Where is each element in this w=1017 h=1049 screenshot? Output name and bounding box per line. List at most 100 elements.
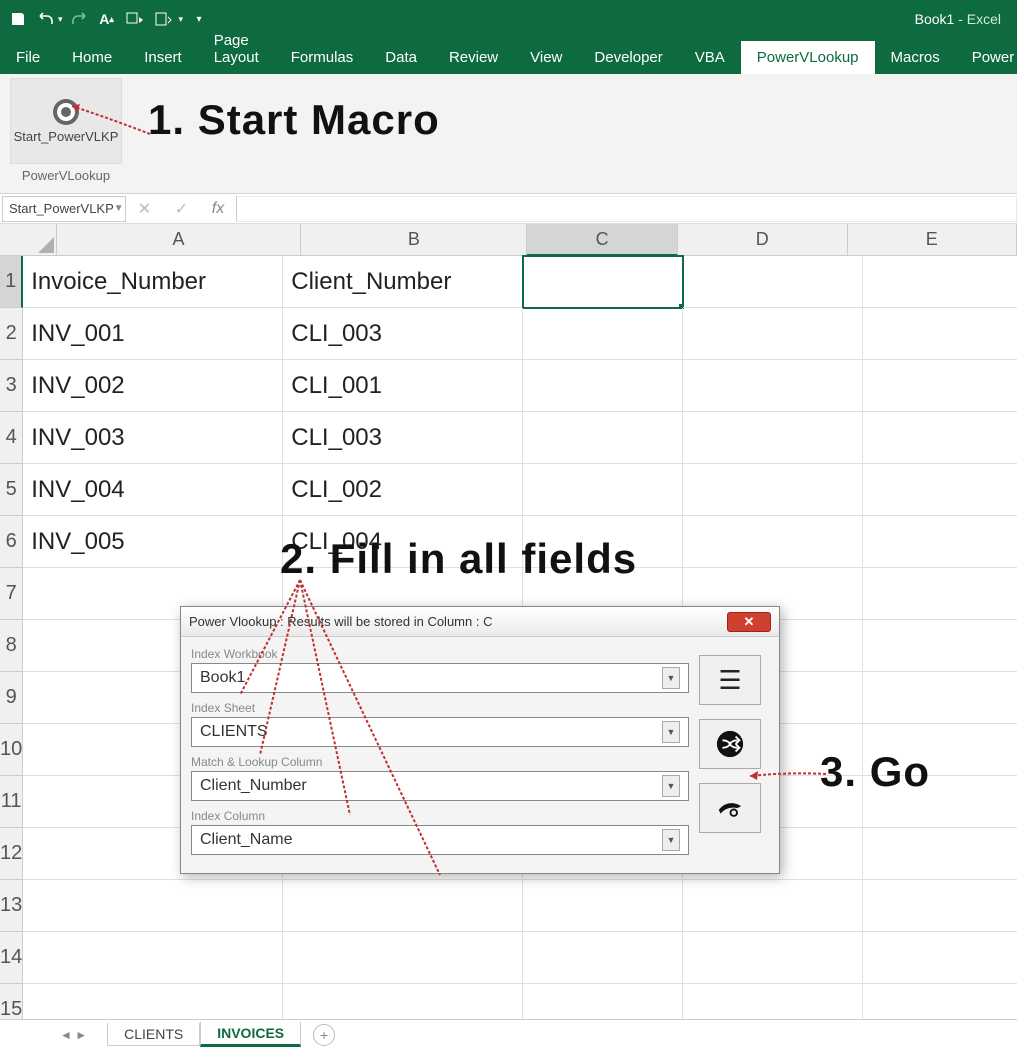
- field-select-1[interactable]: CLIENTS▼: [191, 717, 689, 747]
- cell-B1[interactable]: Client_Number: [283, 256, 523, 308]
- qat-item-icon[interactable]: [151, 7, 175, 31]
- cell-E3[interactable]: [863, 360, 1017, 412]
- cancel-icon[interactable]: ✕: [138, 199, 151, 219]
- cell-B4[interactable]: CLI_003: [283, 412, 523, 464]
- cell-A6[interactable]: INV_005: [23, 516, 283, 568]
- add-sheet-button[interactable]: +: [313, 1024, 335, 1046]
- cell-E7[interactable]: [863, 568, 1017, 620]
- cell-E2[interactable]: [863, 308, 1017, 360]
- cell-D15[interactable]: [683, 984, 863, 1019]
- cell-E4[interactable]: [863, 412, 1017, 464]
- tab-data[interactable]: Data: [369, 41, 433, 74]
- cell-A13[interactable]: [23, 880, 283, 932]
- field-select-0[interactable]: Book1▼: [191, 663, 689, 693]
- col-header-D[interactable]: D: [678, 224, 848, 256]
- cell-A15[interactable]: [23, 984, 283, 1019]
- chevron-down-icon[interactable]: ▼: [662, 775, 680, 797]
- row-header-14[interactable]: 14: [0, 932, 23, 984]
- cell-E6[interactable]: [863, 516, 1017, 568]
- row-header-12[interactable]: 12: [0, 828, 23, 880]
- cell-D2[interactable]: [683, 308, 863, 360]
- cell-C5[interactable]: [523, 464, 683, 516]
- tab-formulas[interactable]: Formulas: [275, 41, 370, 74]
- save-icon[interactable]: [6, 7, 30, 31]
- cell-B2[interactable]: CLI_003: [283, 308, 523, 360]
- tab-file[interactable]: File: [0, 41, 56, 74]
- tab-view[interactable]: View: [514, 41, 578, 74]
- close-button[interactable]: ✕: [727, 612, 771, 632]
- chevron-down-icon[interactable]: ▼: [662, 667, 680, 689]
- chevron-down-icon[interactable]: ▼: [662, 829, 680, 851]
- tab-developer[interactable]: Developer: [578, 41, 678, 74]
- cell-E9[interactable]: [863, 672, 1017, 724]
- redo-icon[interactable]: [67, 7, 91, 31]
- cell-C15[interactable]: [523, 984, 683, 1019]
- select-all-triangle[interactable]: [0, 224, 57, 256]
- cell-C13[interactable]: [523, 880, 683, 932]
- cell-E12[interactable]: [863, 828, 1017, 880]
- cell-B14[interactable]: [283, 932, 523, 984]
- row-header-9[interactable]: 9: [0, 672, 23, 724]
- col-header-A[interactable]: A: [57, 224, 302, 256]
- tab-power[interactable]: Power: [956, 41, 1017, 74]
- chevron-down-icon[interactable]: ▼: [114, 203, 124, 214]
- cell-E14[interactable]: [863, 932, 1017, 984]
- sheet-tab-clients[interactable]: CLIENTS: [107, 1023, 200, 1046]
- cell-D4[interactable]: [683, 412, 863, 464]
- row-header-5[interactable]: 5: [0, 464, 23, 516]
- row-header-6[interactable]: 6: [0, 516, 23, 568]
- cell-C3[interactable]: [523, 360, 683, 412]
- cell-B15[interactable]: [283, 984, 523, 1019]
- cell-E10[interactable]: [863, 724, 1017, 776]
- cell-E11[interactable]: [863, 776, 1017, 828]
- row-header-1[interactable]: 1: [0, 256, 23, 308]
- row-header-15[interactable]: 15: [0, 984, 23, 1019]
- tab-macros[interactable]: Macros: [875, 41, 956, 74]
- cell-C14[interactable]: [523, 932, 683, 984]
- cell-C4[interactable]: [523, 412, 683, 464]
- cell-D1[interactable]: [683, 256, 863, 308]
- dialog-menu-button[interactable]: ☰: [699, 655, 761, 705]
- row-header-13[interactable]: 13: [0, 880, 23, 932]
- col-header-C[interactable]: C: [527, 224, 678, 256]
- tab-review[interactable]: Review: [433, 41, 514, 74]
- sheet-nav[interactable]: ◄ ►: [60, 1028, 87, 1042]
- cell-B13[interactable]: [283, 880, 523, 932]
- tab-pagelayout[interactable]: Page Layout: [198, 24, 275, 74]
- row-header-4[interactable]: 4: [0, 412, 23, 464]
- fx-icon[interactable]: fx: [212, 200, 224, 218]
- col-header-B[interactable]: B: [301, 224, 527, 256]
- qat-item-icon[interactable]: A▴: [95, 7, 119, 31]
- cell-E13[interactable]: [863, 880, 1017, 932]
- name-box[interactable]: Start_PowerVLKP ▼: [2, 196, 126, 222]
- cell-E8[interactable]: [863, 620, 1017, 672]
- cell-A14[interactable]: [23, 932, 283, 984]
- cell-C6[interactable]: [523, 516, 683, 568]
- cell-C1[interactable]: [523, 256, 683, 308]
- row-header-11[interactable]: 11: [0, 776, 23, 828]
- cell-D13[interactable]: [683, 880, 863, 932]
- tab-vba[interactable]: VBA: [679, 41, 741, 74]
- cell-A5[interactable]: INV_004: [23, 464, 283, 516]
- cell-C2[interactable]: [523, 308, 683, 360]
- cell-E15[interactable]: [863, 984, 1017, 1019]
- row-header-2[interactable]: 2: [0, 308, 23, 360]
- field-select-3[interactable]: Client_Name▼: [191, 825, 689, 855]
- start-powervlkp-button[interactable]: Start_PowerVLKP: [10, 78, 122, 164]
- tab-home[interactable]: Home: [56, 41, 128, 74]
- tab-insert[interactable]: Insert: [128, 41, 198, 74]
- row-header-3[interactable]: 3: [0, 360, 23, 412]
- field-select-2[interactable]: Client_Number▼: [191, 771, 689, 801]
- cell-B5[interactable]: CLI_002: [283, 464, 523, 516]
- cell-B3[interactable]: CLI_001: [283, 360, 523, 412]
- cell-D3[interactable]: [683, 360, 863, 412]
- dialog-go-button[interactable]: [699, 719, 761, 769]
- formula-input[interactable]: [236, 196, 1017, 222]
- cell-E5[interactable]: [863, 464, 1017, 516]
- cell-D6[interactable]: [683, 516, 863, 568]
- row-header-8[interactable]: 8: [0, 620, 23, 672]
- cell-A3[interactable]: INV_002: [23, 360, 283, 412]
- cell-B6[interactable]: CLI_004: [283, 516, 523, 568]
- col-header-E[interactable]: E: [848, 224, 1017, 256]
- row-header-10[interactable]: 10: [0, 724, 23, 776]
